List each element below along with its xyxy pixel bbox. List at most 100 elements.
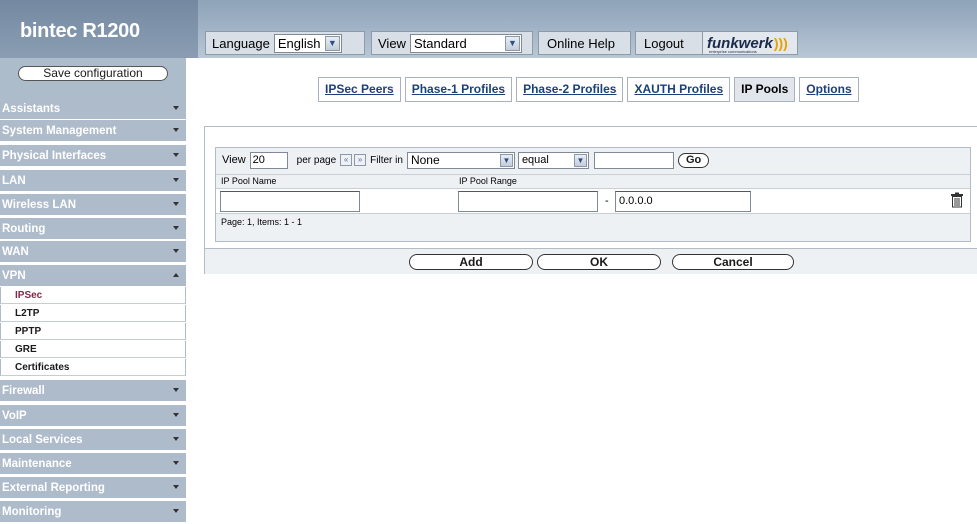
logo-waves-icon: ))) xyxy=(773,35,788,51)
sidebar-item-system-management[interactable]: System Management xyxy=(0,120,186,142)
table-row: - 0.0.0.0 xyxy=(216,188,970,214)
logout-label: Logout xyxy=(644,35,684,51)
brand-area: bintec R1200 xyxy=(0,0,198,58)
ip-pool-range-end-input[interactable]: 0.0.0.0 xyxy=(615,191,751,212)
chevron-down-icon: ▼ xyxy=(504,35,520,51)
chevron-down-icon: ▼ xyxy=(573,153,587,167)
save-configuration-button[interactable]: Save configuration xyxy=(18,66,168,81)
content-panel: View 20 per page « » Filter in None ▼ eq… xyxy=(204,126,977,274)
sidebar-item-wireless-lan[interactable]: Wireless LAN xyxy=(0,194,186,216)
chevron-down-icon xyxy=(173,485,179,489)
view-select[interactable]: Standard ▼ xyxy=(409,33,522,53)
language-box: Language English ▼ xyxy=(205,31,365,55)
sidebar-item-label: LAN xyxy=(2,174,26,187)
chevron-down-icon xyxy=(173,202,179,206)
chevron-down-icon: ▼ xyxy=(499,153,513,167)
ip-pool-range-start-input[interactable] xyxy=(458,191,598,212)
sidebar-item-routing[interactable]: Routing xyxy=(0,218,186,240)
sidebar-item-monitoring[interactable]: Monitoring xyxy=(0,501,186,523)
chevron-down-icon xyxy=(173,509,179,513)
sidebar-item-label: Local Services xyxy=(2,433,83,446)
sidebar-item-label: VoIP xyxy=(2,409,27,422)
chevron-down-icon xyxy=(173,249,179,253)
chevron-down-icon: ▼ xyxy=(324,35,340,51)
sidebar-subitem-pptp[interactable]: PPTP xyxy=(0,323,186,340)
tab-phase-2-profiles[interactable]: Phase-2 Profiles xyxy=(516,77,624,102)
filter-operator-select[interactable]: equal ▼ xyxy=(517,151,589,169)
sidebar-item-label: WAN xyxy=(2,245,29,258)
tab-bar: IPSec Peers Phase-1 Profiles Phase-2 Pro… xyxy=(318,77,859,102)
ok-button[interactable]: OK xyxy=(537,254,661,270)
tab-phase-1-profiles[interactable]: Phase-1 Profiles xyxy=(404,77,513,102)
language-label: Language xyxy=(212,35,270,51)
sidebar-item-label: Assistants xyxy=(2,102,61,115)
chevron-down-icon xyxy=(173,128,179,132)
sidebar-item-assistants[interactable]: Assistants xyxy=(0,98,186,120)
logout-link[interactable]: Logout xyxy=(635,31,703,55)
sidebar-subitem-l2tp[interactable]: L2TP xyxy=(0,305,186,322)
sidebar-subitem-ipsec[interactable]: IPSec xyxy=(0,287,186,304)
chevron-down-icon xyxy=(173,413,179,417)
sidebar-item-label: Monitoring xyxy=(2,505,62,518)
go-button[interactable]: Go xyxy=(677,152,710,168)
tab-ip-pools[interactable]: IP Pools xyxy=(734,77,796,102)
range-separator: - xyxy=(605,195,609,207)
filter-field-value: None xyxy=(410,152,440,167)
chevron-up-icon xyxy=(173,273,179,277)
filter-row: View 20 per page « » Filter in None ▼ eq… xyxy=(216,148,970,172)
chevron-down-icon xyxy=(173,226,179,230)
filter-value-input[interactable] xyxy=(593,151,674,169)
sidebar-item-lan[interactable]: LAN xyxy=(0,170,186,192)
chevron-down-icon xyxy=(173,106,179,110)
entries-per-page-input[interactable]: 20 xyxy=(249,151,288,169)
language-select[interactable]: English ▼ xyxy=(273,33,342,53)
per-page-label: per page xyxy=(296,154,337,166)
sidebar-item-wan[interactable]: WAN xyxy=(0,241,186,263)
sidebar-item-label: System Management xyxy=(2,124,117,137)
table-header: IP Pool Name IP Pool Range xyxy=(216,174,970,188)
next-page-button[interactable]: » xyxy=(354,154,367,166)
sidebar-item-maintenance[interactable]: Maintenance xyxy=(0,453,186,475)
save-area: Save configuration xyxy=(0,58,186,98)
sidebar-item-label: Routing xyxy=(2,222,46,235)
page-info: Page: 1, Items: 1 - 1 xyxy=(221,217,303,227)
sidebar-item-firewall[interactable]: Firewall xyxy=(0,380,186,402)
chevron-down-icon xyxy=(173,388,179,392)
chevron-down-icon xyxy=(173,178,179,182)
sidebar-subitem-certificates[interactable]: Certificates xyxy=(0,359,186,376)
tab-xauth-profiles[interactable]: XAUTH Profiles xyxy=(627,77,731,102)
previous-page-button[interactable]: « xyxy=(340,154,353,166)
filter-field-select[interactable]: None ▼ xyxy=(406,151,515,169)
product-name: bintec R1200 xyxy=(20,20,140,42)
filter-in-label: Filter in xyxy=(370,154,403,166)
language-value: English xyxy=(277,35,321,51)
tab-options[interactable]: Options xyxy=(799,77,859,102)
add-button[interactable]: Add xyxy=(409,254,533,270)
view-value: Standard xyxy=(413,35,467,51)
sidebar-item-external-reporting[interactable]: External Reporting xyxy=(0,477,186,499)
header-bar: bintec R1200 Language English ▼ View Sta… xyxy=(0,0,977,58)
online-help-link[interactable]: Online Help xyxy=(538,31,631,55)
sidebar-item-label: Maintenance xyxy=(2,457,72,470)
chevron-down-icon xyxy=(173,437,179,441)
chevron-down-icon xyxy=(173,461,179,465)
chevron-down-icon xyxy=(173,153,179,157)
sidebar-subitem-gre[interactable]: GRE xyxy=(0,341,186,358)
column-ip-pool-name: IP Pool Name xyxy=(221,176,277,186)
sidebar-item-label: Firewall xyxy=(2,384,45,397)
sidebar-item-physical-interfaces[interactable]: Physical Interfaces xyxy=(0,145,186,167)
trash-icon[interactable] xyxy=(950,192,964,208)
sidebar-item-local-services[interactable]: Local Services xyxy=(0,429,186,451)
sidebar-item-label: Wireless LAN xyxy=(2,198,77,211)
ip-pool-name-input[interactable] xyxy=(220,191,360,212)
logo-tagline: enterprise communications xyxy=(709,49,757,54)
ip-pool-list: View 20 per page « » Filter in None ▼ eq… xyxy=(215,147,971,242)
online-help-label: Online Help xyxy=(547,35,615,51)
sidebar-item-voip[interactable]: VoIP xyxy=(0,405,186,427)
column-ip-pool-range: IP Pool Range xyxy=(459,176,517,186)
sidebar-item-vpn[interactable]: VPN xyxy=(0,265,186,287)
action-bar: Add OK Cancel xyxy=(205,248,977,274)
tab-ipsec-peers[interactable]: IPSec Peers xyxy=(318,77,401,102)
cancel-button[interactable]: Cancel xyxy=(672,254,794,270)
sidebar-item-label: Physical Interfaces xyxy=(2,149,107,162)
